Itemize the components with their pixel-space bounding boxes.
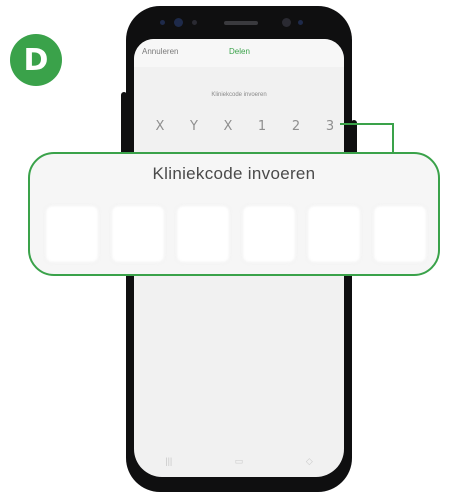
app-topbar: Annuleren Delen [134,39,344,67]
code-char[interactable]: X [150,119,170,134]
front-camera-icon [174,18,183,27]
code-char[interactable]: Y [184,119,204,134]
callout-title: Kliniekcode invoeren [152,164,316,183]
code-input-boxes[interactable] [46,206,426,262]
android-nav-bar: ||| ▭ ◇ [134,449,344,473]
step-badge: D [10,34,62,86]
clinic-code-callout: Kliniekcode invoeren [28,152,440,276]
recent-apps-icon[interactable]: ||| [165,456,172,466]
callout-connector [340,123,394,155]
cancel-button[interactable]: Annuleren [142,47,178,56]
code-input-box[interactable] [242,206,295,262]
led-indicator-icon [298,20,303,25]
code-char[interactable]: 2 [286,119,306,134]
code-char[interactable]: 1 [252,119,272,134]
home-icon[interactable]: ▭ [235,456,244,467]
sensor-icon [160,20,165,25]
code-input-box[interactable] [111,206,164,262]
code-char[interactable]: 3 [320,119,340,134]
code-input-box[interactable] [373,206,426,262]
proximity-sensor-icon [192,20,197,25]
back-icon[interactable]: ◇ [306,456,313,467]
code-input-box[interactable] [177,206,230,262]
speaker-grille [224,21,258,25]
share-button[interactable]: Delen [229,47,250,56]
code-char[interactable]: X [218,119,238,134]
clinic-code-heading: Kliniekcode invoeren [211,92,267,98]
iris-camera-icon [282,18,291,27]
clinic-code-entry[interactable]: X Y X 1 2 3 [150,119,340,134]
code-input-box[interactable] [46,206,98,262]
code-input-box[interactable] [308,206,361,262]
